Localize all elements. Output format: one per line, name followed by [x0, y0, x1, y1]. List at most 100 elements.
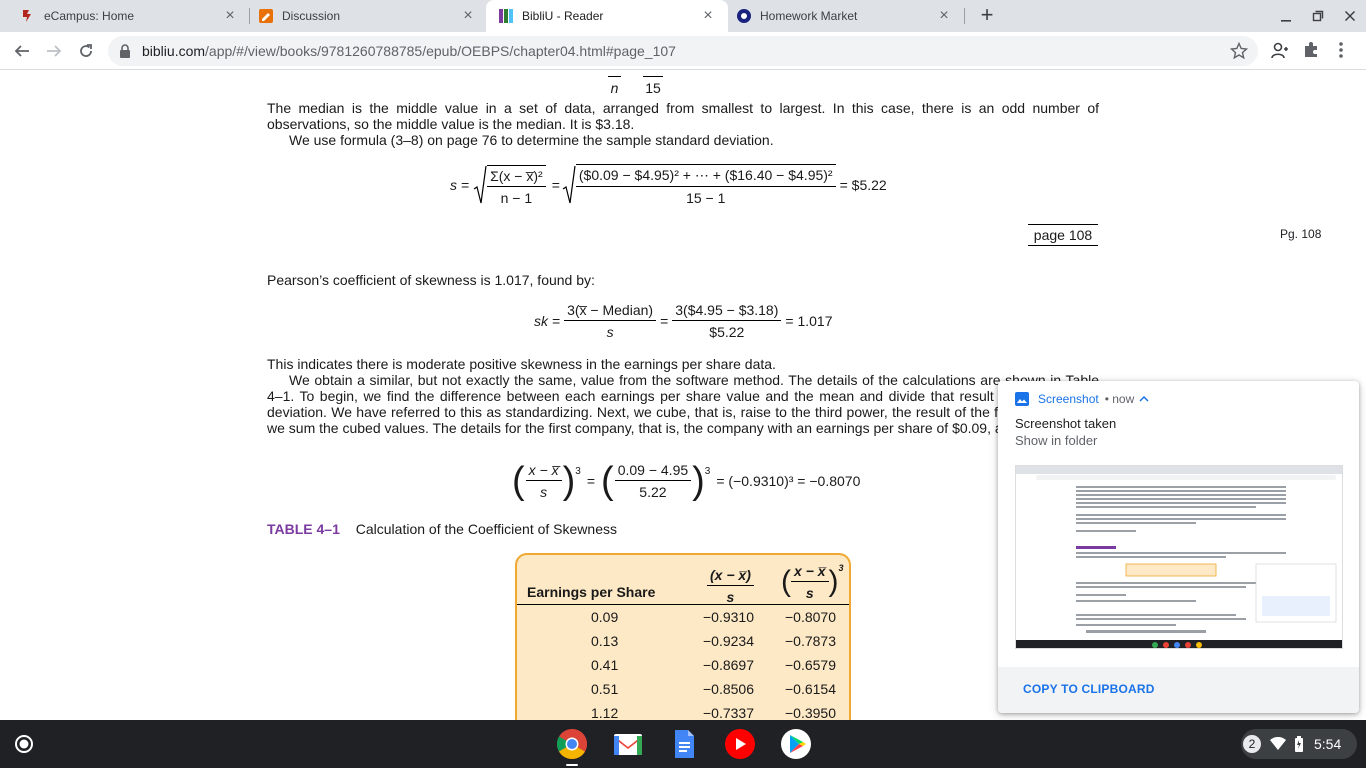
new-tab-button[interactable]: +: [976, 4, 998, 26]
tab-ecampus[interactable]: eCampus: Home ×: [0, 0, 250, 32]
close-tab-icon[interactable]: ×: [222, 8, 238, 24]
reload-button[interactable]: [70, 35, 102, 67]
sk-den2: $5.22: [709, 324, 745, 340]
screenshot-thumbnail[interactable]: [1015, 465, 1343, 649]
close-tab-icon[interactable]: ×: [460, 8, 476, 24]
page-label: Pg. 108: [1280, 227, 1322, 241]
notification-when: now: [1112, 392, 1135, 406]
status-tray[interactable]: 2 5:54: [1241, 729, 1357, 759]
cell-z3: −0.3950: [785, 705, 836, 720]
cell-z: −0.9310: [703, 609, 754, 625]
screenshot-preview-image: [1016, 466, 1342, 648]
back-button[interactable]: [6, 35, 38, 67]
paragraph-indicates: This indicates there is moderate positiv…: [267, 356, 776, 372]
url-path: /app/#/view/books/9781260788785/epub/OEB…: [205, 43, 676, 59]
battery-icon: [1295, 736, 1303, 752]
col-earnings-header: Earnings per Share: [527, 584, 656, 600]
sqrt-icon: [562, 165, 576, 204]
extensions-puzzle-icon[interactable]: [1302, 41, 1320, 64]
more-menu-icon[interactable]: [1338, 41, 1344, 64]
screenshot-notification[interactable]: Screenshot • now Screenshot taken Show i…: [998, 381, 1359, 713]
gmail-icon[interactable]: [612, 728, 644, 760]
sd-den2: 15 − 1: [686, 190, 726, 206]
close-window-button[interactable]: [1334, 0, 1366, 32]
page-marker: page 108: [1028, 224, 1098, 246]
sk-num1: 3(x̅ − Median): [564, 302, 657, 321]
close-tab-icon[interactable]: ×: [700, 8, 716, 24]
ecampus-icon: [20, 8, 36, 24]
lock-icon[interactable]: [108, 44, 142, 58]
paragraph-median: The median is the middle value in a set …: [267, 100, 1099, 132]
paragraph-software: We obtain a similar, but not exactly the…: [267, 372, 1099, 436]
close-tab-icon[interactable]: ×: [936, 8, 952, 24]
copy-to-clipboard-button[interactable]: COPY TO CLIPBOARD: [998, 667, 1359, 713]
notification-header: Screenshot • now: [1015, 392, 1149, 406]
tab-homework-market[interactable]: Homework Market ×: [728, 0, 964, 32]
paragraph-formula: We use formula (3–8) on page 76 to deter…: [289, 132, 774, 148]
table-row: 0.09 −0.9310 −0.8070: [517, 605, 849, 629]
sqrt-icon: [473, 165, 487, 204]
docs-icon[interactable]: [668, 728, 700, 760]
cell-eps: 0.41: [591, 657, 619, 673]
homework-market-icon: [736, 8, 752, 24]
cell-z3: −0.7873: [785, 633, 836, 649]
sd-lhs: s =: [450, 177, 470, 193]
address-bar[interactable]: bibliu.com/app/#/view/books/978126078878…: [108, 36, 1258, 66]
url-text: bibliu.com/app/#/view/books/978126078878…: [142, 43, 676, 59]
tab-discussion[interactable]: Discussion ×: [250, 0, 488, 32]
table-row: 0.51 −0.8506 −0.6154: [517, 677, 849, 701]
mean-eq-n: n: [610, 80, 619, 96]
clock: 5:54: [1314, 736, 1342, 752]
std-dev-equation: s = Σ(x − x̅)² n − 1 = ($0.09 − $4.95)² +…: [450, 164, 887, 206]
skewness-equation: sk = 3(x̅ − Median) s = 3($4.95 − $3.18) $…: [534, 302, 833, 340]
cell-z3: −0.6154: [785, 681, 836, 697]
tab-separator: [964, 8, 965, 24]
tab-strip: eCampus: Home × Discussion × BibliU - Re…: [0, 0, 1366, 32]
youtube-icon[interactable]: [724, 728, 756, 760]
col-cubed-header: ( x − x̅ s ) 3: [781, 563, 844, 601]
notification-title: Screenshot taken: [1015, 416, 1117, 431]
extension-icon[interactable]: [1270, 41, 1290, 66]
play-store-icon[interactable]: [780, 728, 812, 760]
sd-result: = $5.22: [839, 177, 887, 193]
cube-equation: ( x − x̅ s ) 3 = ( 0.09 − 4.95 5.22 ) 3 = (−…: [512, 460, 861, 502]
cell-z: −0.7337: [703, 705, 754, 720]
sd-num2: ($0.09 − $4.95)² + ⋯ + ($16.40 − $4.95)²: [575, 167, 836, 187]
mean-equation-fragment: xn xx15: [604, 70, 667, 96]
running-indicator: [566, 764, 578, 766]
minimize-button[interactable]: [1270, 0, 1302, 32]
skewness-table: Earnings per Share (x − x̅) s ( x − x̅ s )…: [515, 553, 851, 720]
table-title: Calculation of the Coefficient of Skewne…: [355, 521, 617, 537]
cell-z3: −0.8070: [785, 609, 836, 625]
cube-den1: s: [540, 484, 548, 500]
notification-app-name: Screenshot: [1038, 392, 1099, 406]
os-shelf: 2 5:54: [0, 720, 1366, 768]
launcher-icon[interactable]: [8, 728, 40, 760]
restore-button[interactable]: [1302, 0, 1334, 32]
cell-eps: 1.12: [591, 705, 619, 720]
bookmark-star-icon[interactable]: [1229, 41, 1249, 65]
cell-z: −0.8506: [703, 681, 754, 697]
cube-num1: x − x̅: [525, 462, 562, 481]
table-row: 0.13 −0.9234 −0.7873: [517, 629, 849, 653]
notification-time: • now: [1104, 392, 1135, 406]
cell-z3: −0.6579: [785, 657, 836, 673]
copy-to-clipboard-label: COPY TO CLIPBOARD: [1023, 682, 1155, 696]
tab-title: eCampus: Home: [44, 9, 135, 23]
table-caption: TABLE 4–1 Calculation of the Coefficient…: [267, 521, 617, 537]
table-number: TABLE 4–1: [267, 521, 340, 537]
chevron-up-icon[interactable]: [1139, 395, 1149, 403]
cell-eps: 0.09: [591, 609, 619, 625]
tab-title: BibliU - Reader: [522, 9, 604, 23]
url-host: bibliu.com: [142, 43, 206, 59]
sk-num2: 3($4.95 − $3.18): [672, 302, 782, 321]
forward-button[interactable]: [38, 35, 70, 67]
chrome-icon[interactable]: [556, 728, 588, 760]
bibliu-icon: [498, 8, 514, 24]
paragraph-pearson: Pearson’s coefficient of skewness is 1.0…: [267, 272, 595, 288]
cube-den2: 5.22: [639, 484, 667, 500]
tab-title: Homework Market: [760, 9, 858, 23]
table-row: 1.12 −0.7337 −0.3950: [517, 701, 849, 720]
tab-bibliu-reader[interactable]: BibliU - Reader ×: [486, 0, 728, 32]
show-in-folder-link[interactable]: Show in folder: [1015, 433, 1097, 448]
